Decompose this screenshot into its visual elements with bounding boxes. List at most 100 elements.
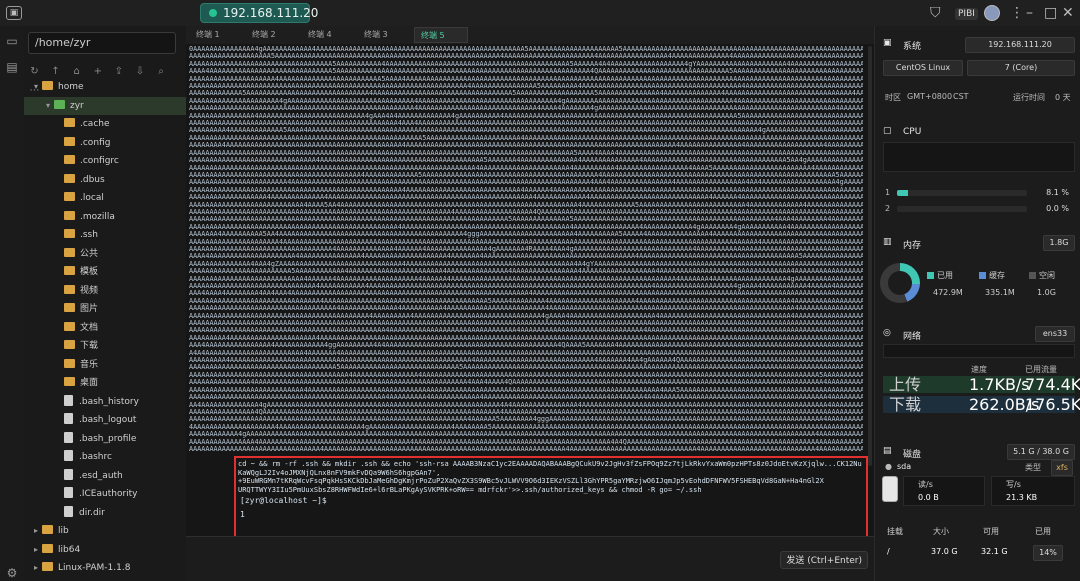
disk-hdr-size: 大小 <box>933 527 949 536</box>
tree-item[interactable]: .config <box>24 134 186 152</box>
net-used-header: 已用流量 <box>1025 365 1057 374</box>
net-upload-row: 上传 1.7KB/s 774.4KB <box>883 376 1080 393</box>
scrollbar[interactable] <box>868 46 872 466</box>
cache-dot-icon <box>979 272 986 279</box>
chevron-icon[interactable]: ▸ <box>34 522 42 540</box>
terminal-tab[interactable]: 终端 3 <box>358 27 412 43</box>
tree-item[interactable]: 音乐 <box>24 356 186 374</box>
tree-item[interactable]: .bash_profile <box>24 430 186 448</box>
tree-item[interactable]: .bash_history <box>24 393 186 411</box>
command-line-3: URQTTWYY3IIu5PmUuxSbsZ8RHWFWdIe6+l6rBLaP… <box>238 485 702 494</box>
terminal-icon[interactable]: ▤ <box>5 60 19 74</box>
tree-item-label: 下载 <box>80 341 99 351</box>
tree-item[interactable]: 图片 <box>24 300 186 318</box>
tree-item[interactable]: ▸ lib64 <box>24 541 186 559</box>
chevron-icon[interactable]: ▸ <box>34 541 42 559</box>
download-icon[interactable]: ⇩ <box>133 66 146 78</box>
terminal-line: AAAAAAAAAAAAAAAAAAA4AAAAAAAAAAAAA4AAAAAA… <box>189 194 863 202</box>
terminal-tab[interactable]: 终端 2 <box>246 27 300 43</box>
tree-item[interactable]: .ssh <box>24 226 186 244</box>
tree-item[interactable]: ▸ lib <box>24 522 186 540</box>
tree-item[interactable]: 桌面 <box>24 374 186 392</box>
disk-hdr-used: 已用 <box>1035 527 1051 536</box>
chevron-icon[interactable]: ▾ <box>34 78 42 96</box>
tree-item[interactable]: .configrc <box>24 152 186 170</box>
search-icon[interactable]: ⌕ <box>155 66 168 78</box>
refresh-icon[interactable]: ↻ <box>28 66 41 78</box>
minimize-icon[interactable]: – <box>1026 4 1033 22</box>
maximize-icon[interactable]: □ <box>1044 4 1057 22</box>
tree-item[interactable]: .esd_auth <box>24 467 186 485</box>
terminal-line: AAAAAAAA4AAAAAAAAAAAAAAAAAAAAAAAAAAAAAAA… <box>189 142 863 150</box>
tree-item[interactable]: .cache <box>24 115 186 133</box>
tree-item[interactable]: .dbus <box>24 171 186 189</box>
tree-item[interactable]: ▸ Linux-PAM-1.1.8 <box>24 559 186 577</box>
tree-item[interactable]: .mozilla <box>24 208 186 226</box>
tree-item-label: 图片 <box>80 304 99 314</box>
terminal-line: AAAAAAAAAAAAAAAAAAAAAAAAAAAAAAAAAAAA4AAA… <box>189 305 863 313</box>
used-dot-icon <box>927 272 934 279</box>
host-tab[interactable]: 192.168.111.20 <box>200 3 318 23</box>
terminal-line: AAAAAAAAAAAAAAAAAAAAAAAAAAAAAAAAAAAAAAAA… <box>189 83 863 91</box>
network-graph <box>883 344 1075 358</box>
upload-icon[interactable]: ⇪ <box>112 66 125 78</box>
chevron-icon[interactable]: ▾ <box>46 97 54 115</box>
terminal-line: AAAAAAAAAAAAAAAA4AAAAAAAAAAAAAAAAAAAAAAA… <box>189 438 863 446</box>
mem-used-label: 已用 <box>927 270 953 281</box>
status-dot-icon <box>209 9 217 17</box>
network-title: 网络 <box>903 332 922 342</box>
mem-used-value: 472.9M <box>933 288 963 297</box>
terminal-line: AAAAAAAAAAAAAAAAAAAAAAAAAAAAAAAAAAAAAAAA… <box>189 320 863 328</box>
tree-item[interactable]: 文档 <box>24 319 186 337</box>
terminal-tab[interactable]: 终端 4 <box>302 27 356 43</box>
prompt-number: 1 <box>240 510 245 519</box>
disk-row-used: 14% <box>1033 545 1063 561</box>
settings-icon[interactable]: ⚙ <box>5 566 19 580</box>
tree-item[interactable]: 视频 <box>24 282 186 300</box>
avatar[interactable] <box>984 5 1000 21</box>
tree-item-label: .esd_auth <box>79 470 123 481</box>
disk-dev: sda <box>897 462 912 471</box>
command-text: cd ~ && rm -rf .ssh && mkdir .ssh && ech… <box>238 460 864 494</box>
terminal-line: AAAAAAAAAAAAAAAA4QAAAAAAAAAAAAAAAAAAAAAA… <box>189 408 863 416</box>
terminal-line: AAAAAAAAAAAA4gAAAAAAAAAAAAAAAAAAAAAAAAAA… <box>189 431 863 439</box>
tree-item[interactable]: .local <box>24 189 186 207</box>
tree-item[interactable]: 下载 <box>24 337 186 355</box>
menu-icon[interactable]: ⋮ <box>1010 4 1024 22</box>
tree-item[interactable]: dir.dir <box>24 504 186 522</box>
command-line-1: cd ~ && rm -rf .ssh && mkdir .ssh && ech… <box>238 460 862 477</box>
terminal-tab[interactable]: 终端 5 <box>414 27 468 43</box>
path-input[interactable]: /home/zyr <box>28 32 176 54</box>
terminal-line: AAAAAAAAAAAAA5AAAAAAAAAAAAAAAAAAAAAAAAAA… <box>189 90 863 98</box>
app-window: ▣ 192.168.111.20 ⛉ PIBI ⋮ – □ ✕ ▭ ▤ ⚙ /h… <box>0 0 1080 581</box>
terminal-line: AAAAAAA4AAAAAAAAAA5AA4AAAAAAAAAAAAAAAAAA… <box>189 231 863 239</box>
tree-item[interactable]: 公共 <box>24 245 186 263</box>
input-bar[interactable]: 发送 (Ctrl+Enter) <box>186 536 874 581</box>
tree-item-label: .bash_profile <box>79 433 137 444</box>
home-icon[interactable]: ⌂ <box>70 66 83 78</box>
cpu-core-2-value: 0.0 % <box>1046 204 1069 213</box>
tree-item[interactable]: .bashrc <box>24 448 186 466</box>
shell-prompt: [zyr@localhost ~]$ <box>240 496 327 505</box>
tree-item[interactable]: .bash_logout <box>24 411 186 429</box>
tree-item[interactable]: ▾ zyr <box>24 96 186 115</box>
new-folder-icon[interactable]: + <box>91 66 104 78</box>
tree-item[interactable]: .ICEauthority <box>24 485 186 503</box>
tree-item[interactable]: 模板 <box>24 263 186 281</box>
tree-item-label: 音乐 <box>80 359 99 370</box>
close-icon[interactable]: ✕ <box>1062 4 1074 22</box>
cpu-title: CPU <box>903 127 922 137</box>
tree-item[interactable]: ▾ home <box>24 78 186 96</box>
terminal-tab[interactable]: 终端 1 <box>190 27 244 43</box>
chevron-icon[interactable]: ▸ <box>34 559 42 577</box>
folder-icon[interactable]: ▭ <box>5 34 19 48</box>
activity-bar: ▭ ▤ ⚙ <box>0 26 24 581</box>
shield-icon[interactable]: ⛉ <box>930 4 941 22</box>
send-button[interactable]: 发送 (Ctrl+Enter) <box>780 551 868 569</box>
tree-item-label: .bash_history <box>79 396 139 407</box>
tree-item-label: .mozilla <box>80 211 115 222</box>
terminal-line: AAAAAAAAAAAAAAAAAAAAAAAAAAAAAAAAAAAAAAAA… <box>189 394 863 402</box>
up-icon[interactable]: ↑ <box>49 66 62 78</box>
folder-icon <box>64 155 75 164</box>
read-label: 读/s <box>918 480 933 489</box>
